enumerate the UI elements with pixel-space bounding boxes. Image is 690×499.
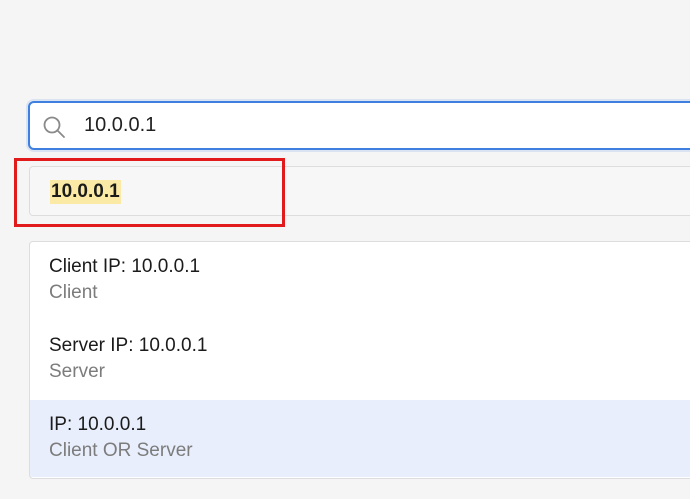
suggestion-list: Client IP: 10.0.0.1 Client Server IP: 10… <box>29 241 690 479</box>
search-input[interactable] <box>84 103 684 148</box>
suggestion-client-ip[interactable]: Client IP: 10.0.0.1 Client <box>30 242 690 319</box>
search-icon <box>42 115 66 139</box>
suggestion-title: Client IP: 10.0.0.1 <box>49 256 201 277</box>
suggestion-title: Server IP: 10.0.0.1 <box>49 335 208 356</box>
suggestion-title: IP: 10.0.0.1 <box>49 414 147 435</box>
suggestion-subtitle: Client OR Server <box>49 440 193 461</box>
suggestion-ip[interactable]: IP: 10.0.0.1 Client OR Server <box>30 400 690 477</box>
search-box[interactable] <box>28 101 690 150</box>
suggestion-subtitle: Server <box>49 361 105 382</box>
suggestion-server-ip[interactable]: Server IP: 10.0.0.1 Server <box>30 321 690 398</box>
annotation-highlight-box <box>14 158 285 227</box>
suggestion-subtitle: Client <box>49 282 98 303</box>
page: 10.0.0.1 Client IP: 10.0.0.1 Client Serv… <box>0 0 690 499</box>
